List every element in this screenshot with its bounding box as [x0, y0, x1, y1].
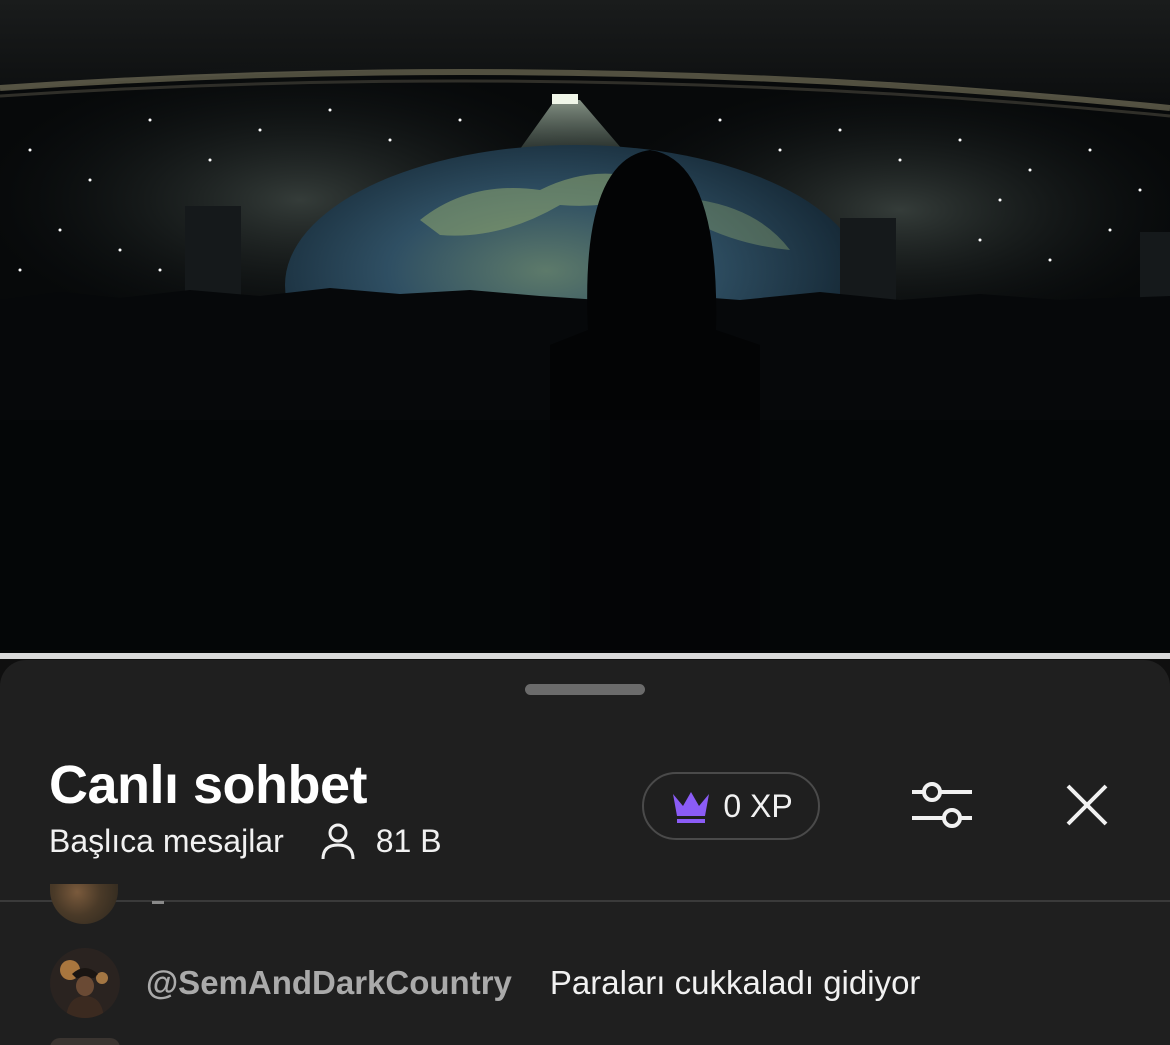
- message-text: Paraları cukkaladı gidiyor: [549, 964, 921, 1001]
- person-icon: [320, 821, 356, 861]
- viewer-count: 81 B: [375, 822, 442, 859]
- xp-button[interactable]: 0 XP: [642, 772, 820, 840]
- video-frame: [0, 0, 1170, 653]
- header-divider: [0, 900, 1170, 902]
- chat-title: Canlı sohbet: [49, 755, 368, 815]
- drag-handle[interactable]: [525, 684, 645, 695]
- partial-message-text: [152, 901, 164, 904]
- filter-button[interactable]: [904, 772, 980, 842]
- avatar[interactable]: [50, 948, 120, 1018]
- video-progress-bar[interactable]: [0, 653, 1170, 659]
- video-progress-fill: [0, 653, 1170, 659]
- close-button[interactable]: [1052, 772, 1122, 842]
- chat-mode-label[interactable]: Başlıca mesajlar: [49, 823, 284, 860]
- xp-label: 0 XP: [723, 787, 793, 824]
- crown-icon: [669, 786, 713, 826]
- app-screen: Canlı sohbet Başlıca mesajlar 81 B 0 XP: [0, 0, 1170, 1045]
- chat-message[interactable]: @SemAndDarkCountry Paraları cukkaladı gi…: [50, 948, 920, 1018]
- message-author[interactable]: @SemAndDarkCountry: [146, 964, 512, 1002]
- sliders-icon: [910, 778, 974, 837]
- avatar[interactable]: [50, 1038, 120, 1045]
- live-chat-panel: Canlı sohbet Başlıca mesajlar 81 B 0 XP: [0, 660, 1170, 1045]
- avatar[interactable]: [50, 884, 118, 924]
- close-icon: [1064, 782, 1110, 833]
- video-player[interactable]: [0, 0, 1170, 653]
- chat-mode-row[interactable]: Başlıca mesajlar 81 B: [49, 820, 442, 862]
